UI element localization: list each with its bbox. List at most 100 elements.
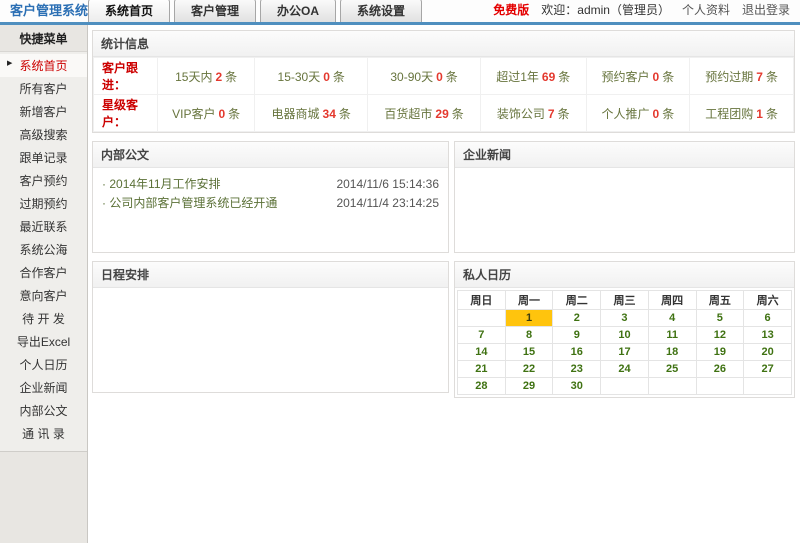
calendar-day-cell-today[interactable]: 1 bbox=[505, 310, 553, 327]
bullet-icon: · bbox=[102, 196, 106, 210]
calendar-day-cell[interactable]: 14 bbox=[458, 344, 506, 361]
stat-name: 预约客户 bbox=[602, 70, 650, 84]
sidebar-item-followup-records[interactable]: 跟单记录 bbox=[0, 146, 87, 169]
sidebar-item-to-develop[interactable]: 待 开 发 bbox=[0, 307, 87, 330]
calendar-day-cell[interactable]: 30 bbox=[553, 378, 601, 395]
profile-link[interactable]: 个人资料 bbox=[682, 1, 730, 18]
sidebar-item-company-news[interactable]: 企业新闻 bbox=[0, 376, 87, 399]
stat-unit: 条 bbox=[558, 70, 570, 84]
stat-unit: 条 bbox=[766, 70, 778, 84]
company-news-title: 企业新闻 bbox=[455, 142, 794, 168]
tab-home[interactable]: 系统首页 bbox=[88, 0, 170, 22]
calendar-day-cell[interactable]: 23 bbox=[553, 361, 601, 378]
calendar-day-cell[interactable]: 27 bbox=[744, 361, 792, 378]
internal-documents-list: · 2014年11月工作安排 2014/11/6 15:14:36 · 公司内部… bbox=[93, 168, 448, 252]
calendar-day-cell[interactable]: 15 bbox=[505, 344, 553, 361]
sidebar-item-label: 导出Excel bbox=[17, 335, 70, 349]
calendar-day-cell[interactable]: 2 bbox=[553, 310, 601, 327]
stat-value: 0 bbox=[323, 70, 330, 84]
stat-unit: 条 bbox=[228, 107, 240, 121]
calendar-day-cell[interactable]: 18 bbox=[648, 344, 696, 361]
table-row: 客户跟进： 15天内2条 15-30天0条 30-90天0条 超过1年69条 预… bbox=[94, 58, 794, 95]
calendar-day-cell[interactable]: 29 bbox=[505, 378, 553, 395]
calendar-week-row: 14 15 16 17 18 19 20 bbox=[458, 344, 792, 361]
stat-value: 69 bbox=[542, 70, 555, 84]
sidebar-item-expired-appointments[interactable]: 过期预约 bbox=[0, 192, 87, 215]
sidebar-item-label: 所有客户 bbox=[19, 82, 67, 96]
sidebar-item-partner-customers[interactable]: 合作客户 bbox=[0, 261, 87, 284]
stat-cell: 15天内2条 bbox=[158, 58, 255, 95]
calendar-day-cell bbox=[648, 378, 696, 395]
calendar-day-cell bbox=[696, 378, 744, 395]
company-news-panel: 企业新闻 bbox=[454, 141, 795, 253]
calendar-day-cell[interactable]: 13 bbox=[744, 327, 792, 344]
sidebar-item-export-excel[interactable]: 导出Excel bbox=[0, 330, 87, 353]
sidebar-item-personal-calendar[interactable]: 个人日历 bbox=[0, 353, 87, 376]
calendar-day-cell[interactable]: 20 bbox=[744, 344, 792, 361]
stat-cell: 装饰公司7条 bbox=[481, 95, 587, 132]
calendar-day-cell[interactable]: 22 bbox=[505, 361, 553, 378]
stat-cell: 个人推广0条 bbox=[586, 95, 690, 132]
stat-unit: 条 bbox=[558, 107, 570, 121]
calendar-day-cell bbox=[458, 310, 506, 327]
sidebar-item-label: 意向客户 bbox=[19, 289, 67, 303]
sidebar-item-internal-documents[interactable]: 内部公文 bbox=[0, 399, 87, 422]
sidebar-item-advanced-search[interactable]: 高级搜索 bbox=[0, 123, 87, 146]
calendar-day-cell[interactable]: 8 bbox=[505, 327, 553, 344]
calendar-day-cell[interactable]: 28 bbox=[458, 378, 506, 395]
stat-unit: 条 bbox=[339, 107, 351, 121]
sidebar-item-all-customers[interactable]: 所有客户 bbox=[0, 77, 87, 100]
calendar-day-cell[interactable]: 3 bbox=[601, 310, 649, 327]
sidebar-item-label: 合作客户 bbox=[19, 266, 67, 280]
document-date: 2014/11/6 15:14:36 bbox=[336, 175, 439, 194]
stat-name: 15-30天 bbox=[278, 70, 321, 84]
sidebar-item-public-pool[interactable]: 系统公海 bbox=[0, 238, 87, 261]
calendar-day-cell[interactable]: 19 bbox=[696, 344, 744, 361]
calendar-day-cell[interactable]: 25 bbox=[648, 361, 696, 378]
main-content: 统计信息 客户跟进： 15天内2条 15-30天0条 30-90天0条 超过1年… bbox=[88, 25, 800, 543]
sidebar-item-add-customer[interactable]: 新增客户 bbox=[0, 100, 87, 123]
calendar-day-cell[interactable]: 16 bbox=[553, 344, 601, 361]
calendar-day-cell[interactable]: 10 bbox=[601, 327, 649, 344]
sidebar-item-label: 客户预约 bbox=[19, 174, 67, 188]
tab-system-settings[interactable]: 系统设置 bbox=[340, 0, 422, 22]
logout-link[interactable]: 退出登录 bbox=[742, 1, 790, 18]
calendar-day-cell[interactable]: 17 bbox=[601, 344, 649, 361]
sidebar-item-customer-appointments[interactable]: 客户预约 bbox=[0, 169, 87, 192]
document-date: 2014/11/4 23:14:25 bbox=[336, 194, 439, 213]
sidebar-item-contacts-book[interactable]: 通 讯 录 bbox=[0, 422, 87, 445]
tab-office-oa[interactable]: 办公OA bbox=[260, 0, 336, 22]
sidebar-header: 快捷菜单 bbox=[0, 25, 87, 52]
calendar-week-row: 28 29 30 bbox=[458, 378, 792, 395]
calendar-day-cell[interactable]: 26 bbox=[696, 361, 744, 378]
calendar-day-cell[interactable]: 5 bbox=[696, 310, 744, 327]
sidebar-item-prospective-customers[interactable]: 意向客户 bbox=[0, 284, 87, 307]
stats-row-label: 星级客户： bbox=[94, 95, 158, 132]
sidebar-item-label: 跟单记录 bbox=[19, 151, 67, 165]
calendar-day-cell[interactable]: 24 bbox=[601, 361, 649, 378]
calendar-day-cell[interactable]: 4 bbox=[648, 310, 696, 327]
stat-cell: 百货超市29条 bbox=[368, 95, 481, 132]
calendar-day-cell[interactable]: 6 bbox=[744, 310, 792, 327]
top-header: 客户管理系统 系统首页 客户管理 办公OA 系统设置 免费版 欢迎：admin（… bbox=[0, 0, 800, 22]
schedule-empty-body bbox=[93, 288, 448, 392]
calendar-day-cell[interactable]: 7 bbox=[458, 327, 506, 344]
sidebar-item-recent-contacts[interactable]: 最近联系 bbox=[0, 215, 87, 238]
stat-name: 15天内 bbox=[175, 70, 212, 84]
stat-name: 装饰公司 bbox=[497, 107, 545, 121]
internal-documents-title: 内部公文 bbox=[93, 142, 448, 168]
company-news-empty-body bbox=[455, 168, 794, 252]
stat-name: 工程团购 bbox=[705, 107, 753, 121]
calendar-day-cell[interactable]: 12 bbox=[696, 327, 744, 344]
document-link[interactable]: · 2014年11月工作安排 bbox=[102, 175, 221, 194]
calendar-day-cell[interactable]: 9 bbox=[553, 327, 601, 344]
stat-name: 百货超市 bbox=[384, 107, 432, 121]
sidebar-item-home[interactable]: ▶系统首页 bbox=[0, 54, 87, 77]
document-link[interactable]: · 公司内部客户管理系统已经开通 bbox=[102, 194, 277, 213]
calendar-day-cell[interactable]: 11 bbox=[648, 327, 696, 344]
stat-name: 超过1年 bbox=[496, 70, 539, 84]
stat-name: 预约过期 bbox=[705, 70, 753, 84]
internal-documents-panel: 内部公文 · 2014年11月工作安排 2014/11/6 15:14:36 ·… bbox=[92, 141, 449, 253]
tab-customer-management[interactable]: 客户管理 bbox=[174, 0, 256, 22]
calendar-day-cell[interactable]: 21 bbox=[458, 361, 506, 378]
